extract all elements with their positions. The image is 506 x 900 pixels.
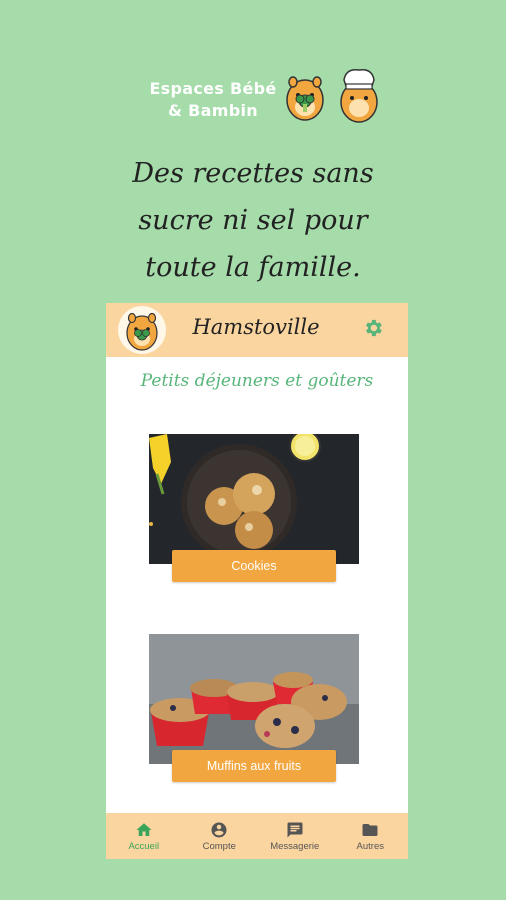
settings-button[interactable] [362, 317, 384, 339]
nav-item-autres[interactable]: Autres [333, 813, 409, 859]
brand-line-1: Espaces Bébé [149, 79, 277, 98]
nav-label: Accueil [128, 840, 160, 852]
gear-icon [366, 319, 382, 337]
brand-line-2: & Bambin [168, 101, 258, 120]
hamster-avatar-icon [126, 312, 158, 351]
recipe-button[interactable]: Cookies [172, 550, 336, 582]
muffins-photo [149, 634, 359, 764]
tagline: Des recettes sans sucre ni sel pour tout… [0, 150, 506, 291]
hamster-broccoli-icon [286, 76, 324, 121]
home-icon [136, 822, 152, 836]
brand-name: Espaces Bébé & Bambin [148, 78, 278, 122]
app-header: Hamstoville [106, 303, 408, 357]
cookies-photo [149, 434, 359, 564]
tagline-line-3: toute la famille. [145, 252, 361, 283]
brand-header: Espaces Bébé & Bambin [0, 68, 506, 130]
app-title: Hamstoville [192, 315, 320, 339]
bottom-nav: Accueil Compte Messagerie Autres [106, 813, 408, 859]
tagline-line-1: Des recettes sans [132, 158, 374, 189]
nav-label: Autres [356, 840, 384, 852]
nav-label: Messagerie [270, 840, 320, 852]
folder-icon [362, 823, 378, 836]
hamster-chef-icon [340, 68, 378, 123]
message-icon [287, 822, 303, 837]
section-title: Petits déjeuners et goûters [140, 371, 374, 391]
recipe-card-muffins[interactable]: Muffins aux fruits [149, 634, 359, 784]
nav-item-compte[interactable]: Compte [182, 813, 258, 859]
nav-label: Compte [202, 840, 236, 852]
recipe-button[interactable]: Muffins aux fruits [172, 750, 336, 782]
app-screen: Hamstoville Petits déjeuners et goûters [106, 303, 408, 859]
recipe-card-cookies[interactable]: Cookies [149, 434, 359, 584]
avatar[interactable] [118, 306, 166, 354]
account-icon [211, 822, 227, 837]
tagline-line-2: sucre ni sel pour [138, 205, 368, 236]
nav-item-messagerie[interactable]: Messagerie [257, 813, 333, 859]
nav-item-accueil[interactable]: Accueil [106, 813, 182, 859]
